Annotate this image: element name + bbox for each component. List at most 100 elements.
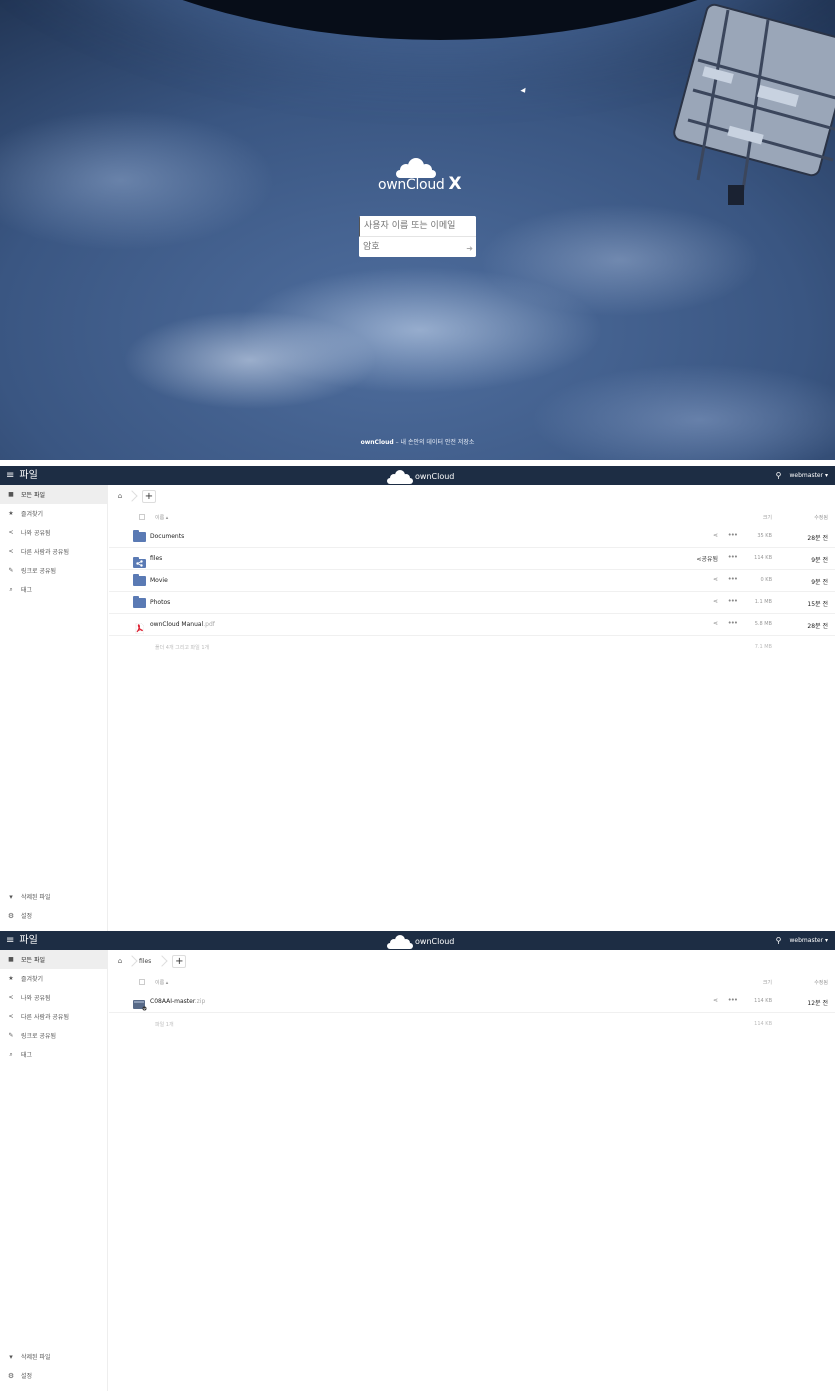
sidebar-item-label: 태그 <box>21 587 33 594</box>
file-list-area: ⌂ + 이름 ▴ 크기 수정됨 Documents ⋖ ••• 35 KB 28… <box>109 485 835 931</box>
more-actions-icon[interactable]: ••• <box>728 553 738 561</box>
sidebar-item-tags[interactable]: ⌕ 태그 <box>0 580 107 599</box>
table-row[interactable]: files ⋖공유됨 ••• 114 KB 9분 전 <box>109 548 835 570</box>
sidebar-item-shared-by-link[interactable]: ✎ 링크로 공유됨 <box>0 1026 107 1045</box>
brand-logo[interactable]: ownCloud <box>387 933 454 949</box>
share-icon[interactable]: ⋖ <box>713 598 718 605</box>
trash-icon: ▾ <box>9 892 13 901</box>
tagline-text: – 내 손안의 데이터 안전 저장소 <box>393 439 475 446</box>
table-header: 이름 ▴ 크기 수정됨 <box>109 510 835 524</box>
sidebar-item-all-files[interactable]: ■ 모든 파일 <box>0 485 107 504</box>
file-name[interactable]: Documents <box>150 533 184 540</box>
pdf-file-icon <box>135 622 145 635</box>
password-input[interactable] <box>359 237 476 257</box>
column-modified[interactable]: 수정됨 <box>814 514 828 521</box>
tagline-brand: ownCloud <box>360 439 394 446</box>
home-icon[interactable]: ⌂ <box>115 957 125 965</box>
username-input[interactable] <box>359 216 476 237</box>
sidebar-item-label: 설정 <box>21 1373 33 1380</box>
star-icon: ★ <box>8 510 14 517</box>
mouse-cursor-icon <box>520 87 528 95</box>
sidebar-item-all-files[interactable]: ■ 모든 파일 <box>0 950 107 969</box>
sidebar-item-label: 나와 공유됨 <box>21 530 51 537</box>
files-subfolder-view: ≡ 파일 ownCloud ⚲ webmaster ▾ ■ 모든 파일 ★ 즐겨찾기 … <box>0 931 835 1391</box>
sidebar-item-shared-by-link[interactable]: ✎ 링크로 공유됨 <box>0 561 107 580</box>
top-bar: ≡ 파일 ownCloud ⚲ webmaster ▾ <box>0 466 835 485</box>
sidebar-item-settings[interactable]: ⚙ 설정 <box>0 1366 108 1385</box>
file-name[interactable]: Photos <box>150 599 170 606</box>
sidebar-item-favorites[interactable]: ★ 즐겨찾기 <box>0 969 107 988</box>
share-icon: < <box>8 994 14 1001</box>
sidebar-item-deleted-files[interactable]: ▾ 삭제된 파일 <box>0 887 108 906</box>
search-icon[interactable]: ⚲ <box>776 936 782 945</box>
file-name[interactable]: Movie <box>150 577 168 584</box>
cloud-logo-icon <box>387 469 413 484</box>
file-modified: 9분 전 <box>811 579 828 586</box>
sidebar-item-deleted-files[interactable]: ▾ 삭제된 파일 <box>0 1347 108 1366</box>
new-button[interactable]: + <box>172 954 187 968</box>
home-icon[interactable]: ⌂ <box>115 492 125 500</box>
folder-icon: ■ <box>8 956 14 963</box>
table-row[interactable]: ownCloud Manual.pdf ⋖ ••• 5.8 MB 28분 전 <box>109 614 835 636</box>
column-modified[interactable]: 수정됨 <box>814 979 828 986</box>
more-actions-icon[interactable]: ••• <box>728 531 738 539</box>
app-menu-button[interactable]: ≡ 파일 <box>6 934 38 947</box>
sidebar-item-shared-with-others[interactable]: < 다른 사람과 공유됨 <box>0 1007 107 1026</box>
sidebar-item-shared-with-others[interactable]: < 다른 사람과 공유됨 <box>0 542 107 561</box>
sidebar-item-label: 나와 공유됨 <box>21 995 51 1002</box>
file-modified: 9분 전 <box>811 557 828 564</box>
column-name[interactable]: 이름 ▴ <box>155 514 168 521</box>
sidebar-item-shared-with-you[interactable]: < 나와 공유됨 <box>0 523 107 542</box>
share-icon[interactable]: ⋖ <box>713 620 718 627</box>
breadcrumb-separator <box>128 954 136 968</box>
logo-wordmark: ownCloud <box>378 177 445 193</box>
summary-text: 폴더 4개 그리고 파일 1개 <box>155 645 210 651</box>
file-name[interactable]: files <box>150 555 162 562</box>
sidebar-item-favorites[interactable]: ★ 즐겨찾기 <box>0 504 107 523</box>
new-button[interactable]: + <box>142 489 156 503</box>
table-row[interactable]: Photos ⋖ ••• 1.1 MB 15분 전 <box>109 592 835 614</box>
shared-folder-icon <box>133 557 146 568</box>
more-actions-icon[interactable]: ••• <box>728 996 738 1004</box>
column-size[interactable]: 크기 <box>763 514 772 521</box>
file-summary: 파일 1개 114 KB <box>109 1013 835 1037</box>
brand-logo[interactable]: ownCloud <box>387 468 454 484</box>
shared-indicator[interactable]: ⋖공유됨 <box>696 554 718 563</box>
login-screen: ownCloudX ➜ ownCloud – 내 손안의 데이터 안전 저장소 <box>0 0 835 460</box>
breadcrumb-files[interactable]: files <box>139 958 151 965</box>
select-all-checkbox[interactable] <box>139 514 145 520</box>
share-icon[interactable]: ⋖ <box>713 997 718 1004</box>
file-name[interactable]: ownCloud Manual.pdf <box>150 621 215 628</box>
sidebar-item-shared-with-you[interactable]: < 나와 공유됨 <box>0 988 107 1007</box>
share-icon[interactable]: ⋖ <box>713 576 718 583</box>
summary-text: 파일 1개 <box>155 1022 174 1028</box>
login-arrow-icon[interactable]: ➜ <box>466 244 473 253</box>
user-menu[interactable]: webmaster ▾ <box>790 472 828 479</box>
more-actions-icon[interactable]: ••• <box>728 597 738 605</box>
sidebar-item-tags[interactable]: ⌕ 태그 <box>0 1045 107 1064</box>
breadcrumb-separator <box>158 954 166 968</box>
sidebar-item-settings[interactable]: ⚙ 설정 <box>0 906 108 925</box>
column-name[interactable]: 이름 ▴ <box>155 979 168 986</box>
link-icon: ✎ <box>8 1032 14 1039</box>
more-actions-icon[interactable]: ••• <box>728 619 738 627</box>
app-menu-button[interactable]: ≡ 파일 <box>6 469 38 482</box>
sidebar-item-label: 링크로 공유됨 <box>21 1033 57 1040</box>
tag-search-icon: ⌕ <box>9 585 13 593</box>
table-row[interactable]: Documents ⋖ ••• 35 KB 28분 전 <box>109 526 835 548</box>
more-actions-icon[interactable]: ••• <box>728 575 738 583</box>
user-menu[interactable]: webmaster ▾ <box>790 937 828 944</box>
column-size[interactable]: 크기 <box>763 979 772 986</box>
brand-name: ownCloud <box>415 471 455 481</box>
table-row[interactable]: C08AAI-master.zip ⋖ ••• 114 KB 12분 전 <box>109 991 835 1013</box>
summary-size: 7.1 MB <box>754 644 772 650</box>
share-icon[interactable]: ⋖ <box>713 532 718 539</box>
search-icon[interactable]: ⚲ <box>776 471 782 480</box>
select-all-checkbox[interactable] <box>139 979 145 985</box>
folder-icon <box>133 596 146 608</box>
gear-icon: ⚙ <box>7 1371 15 1380</box>
file-modified: 28분 전 <box>807 623 828 630</box>
file-name[interactable]: C08AAI-master.zip <box>150 998 205 1005</box>
table-row[interactable]: Movie ⋖ ••• 0 KB 9분 전 <box>109 570 835 592</box>
file-size: 5.8 MB <box>754 621 772 627</box>
